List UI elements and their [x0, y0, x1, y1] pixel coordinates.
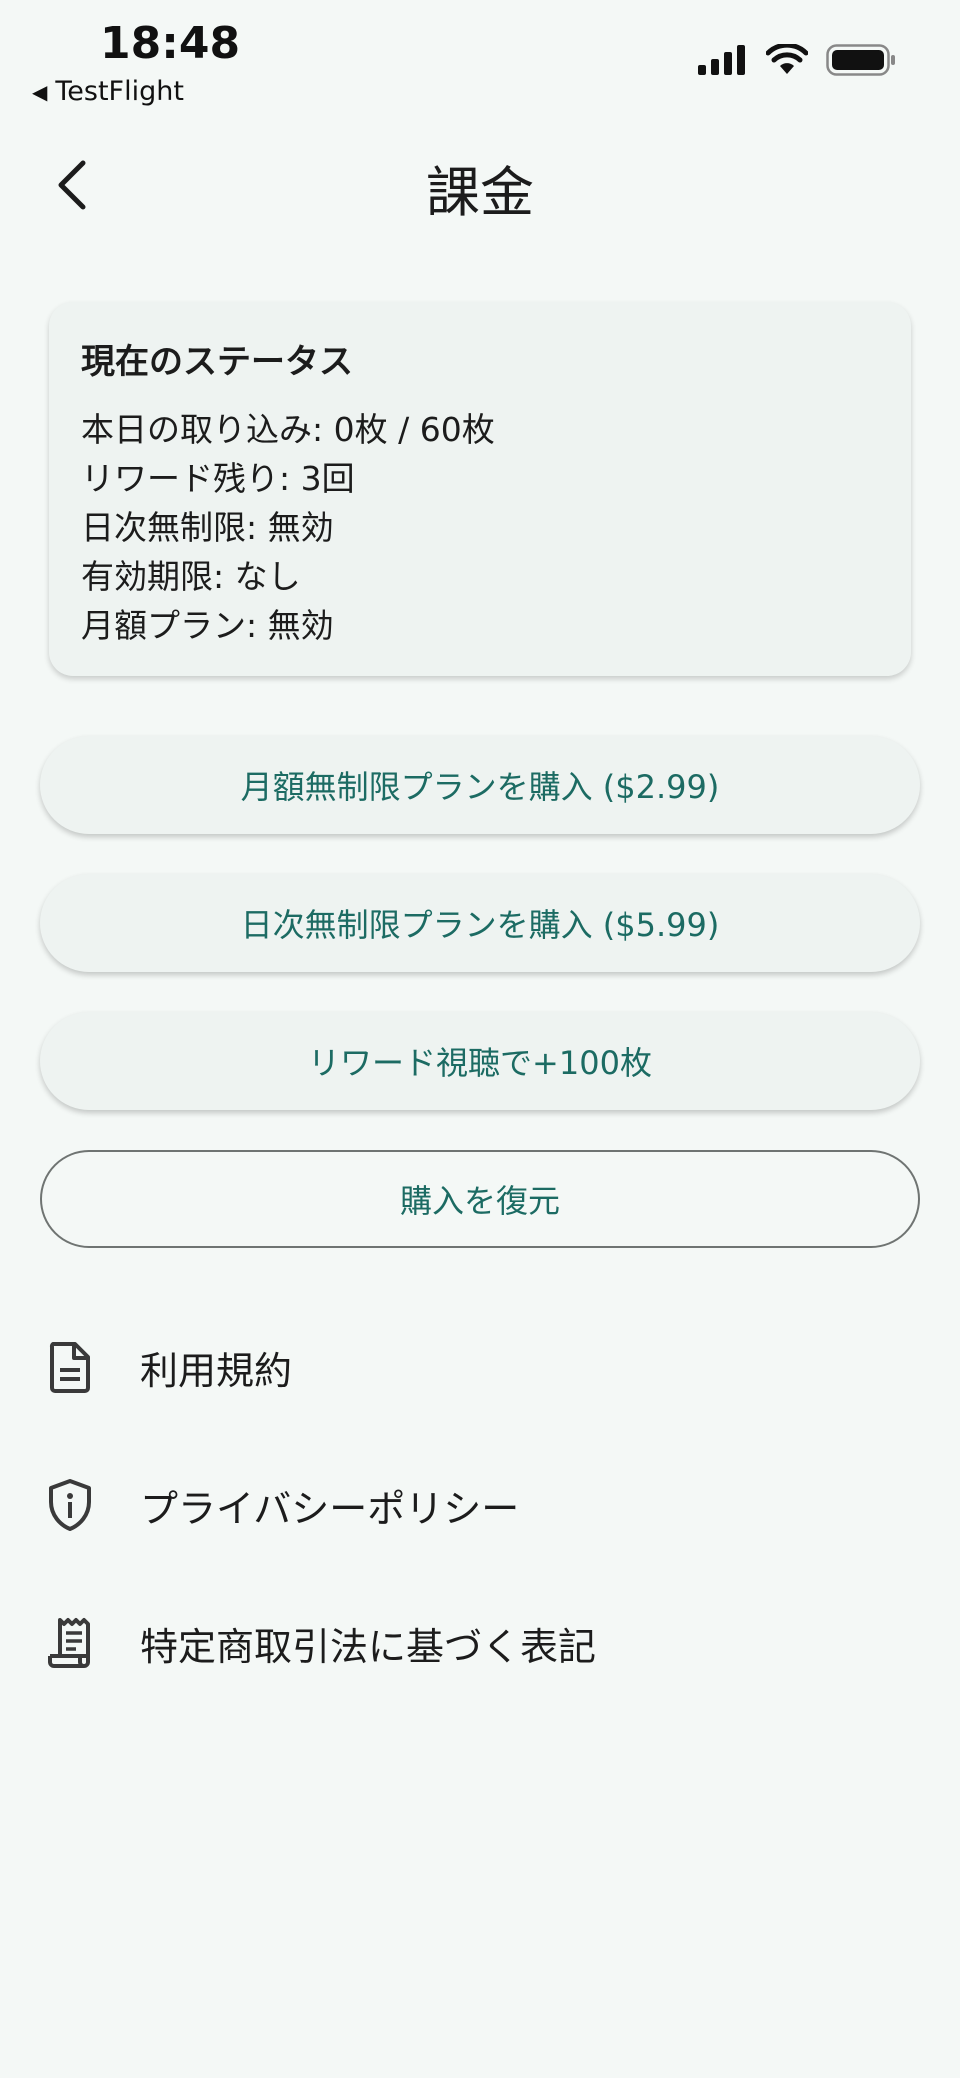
back-to-testflight[interactable]: ◀ TestFlight: [32, 76, 184, 107]
back-button[interactable]: [44, 150, 100, 220]
cellular-signal-icon: [698, 45, 745, 75]
buy-monthly-plan-button[interactable]: 月額無制限プランを購入 ($2.99): [40, 736, 920, 834]
buy-daily-plan-button[interactable]: 日次無制限プランを購入 ($5.99): [40, 874, 920, 972]
page-title: 課金: [426, 161, 534, 224]
status-card: 現在のステータス 本日の取り込み: 0枚 / 60枚 リワード残り: 3回 日次…: [49, 302, 911, 676]
privacy-policy-link[interactable]: プライバシーポリシー: [0, 1450, 960, 1560]
back-app-label: TestFlight: [55, 76, 184, 107]
status-time: 18:48: [100, 18, 241, 69]
status-card-title: 現在のステータス: [81, 342, 353, 382]
wifi-icon: [766, 44, 808, 74]
status-bar: 18:48 ◀ TestFlight: [0, 0, 960, 110]
commercial-transactions-label: 特定商取引法に基づく表記: [140, 1624, 597, 1669]
status-line-expiry: 有効期限: なし: [81, 557, 301, 596]
shield-info-icon: [44, 1475, 96, 1535]
status-line-daily-unlimited: 日次無制限: 無効: [81, 508, 334, 547]
status-line-daily-imports: 本日の取り込み: 0枚 / 60枚: [81, 410, 495, 449]
document-icon: [44, 1337, 96, 1397]
terms-of-service-label: 利用規約: [140, 1348, 293, 1393]
receipt-icon: [44, 1613, 96, 1673]
status-line-monthly-plan: 月額プラン: 無効: [81, 606, 334, 645]
battery-icon: [826, 44, 895, 76]
restore-purchases-button[interactable]: 購入を復元: [40, 1150, 920, 1248]
status-line-reward-remaining: リワード残り: 3回: [81, 459, 355, 498]
commercial-transactions-link[interactable]: 特定商取引法に基づく表記: [0, 1588, 960, 1698]
terms-of-service-link[interactable]: 利用規約: [0, 1312, 960, 1422]
watch-reward-button[interactable]: リワード視聴で+100枚: [40, 1012, 920, 1110]
privacy-policy-label: プライバシーポリシー: [140, 1486, 520, 1531]
chevron-left-icon: [58, 160, 86, 210]
status-icons: [698, 44, 896, 76]
back-triangle-icon: ◀: [32, 79, 48, 104]
